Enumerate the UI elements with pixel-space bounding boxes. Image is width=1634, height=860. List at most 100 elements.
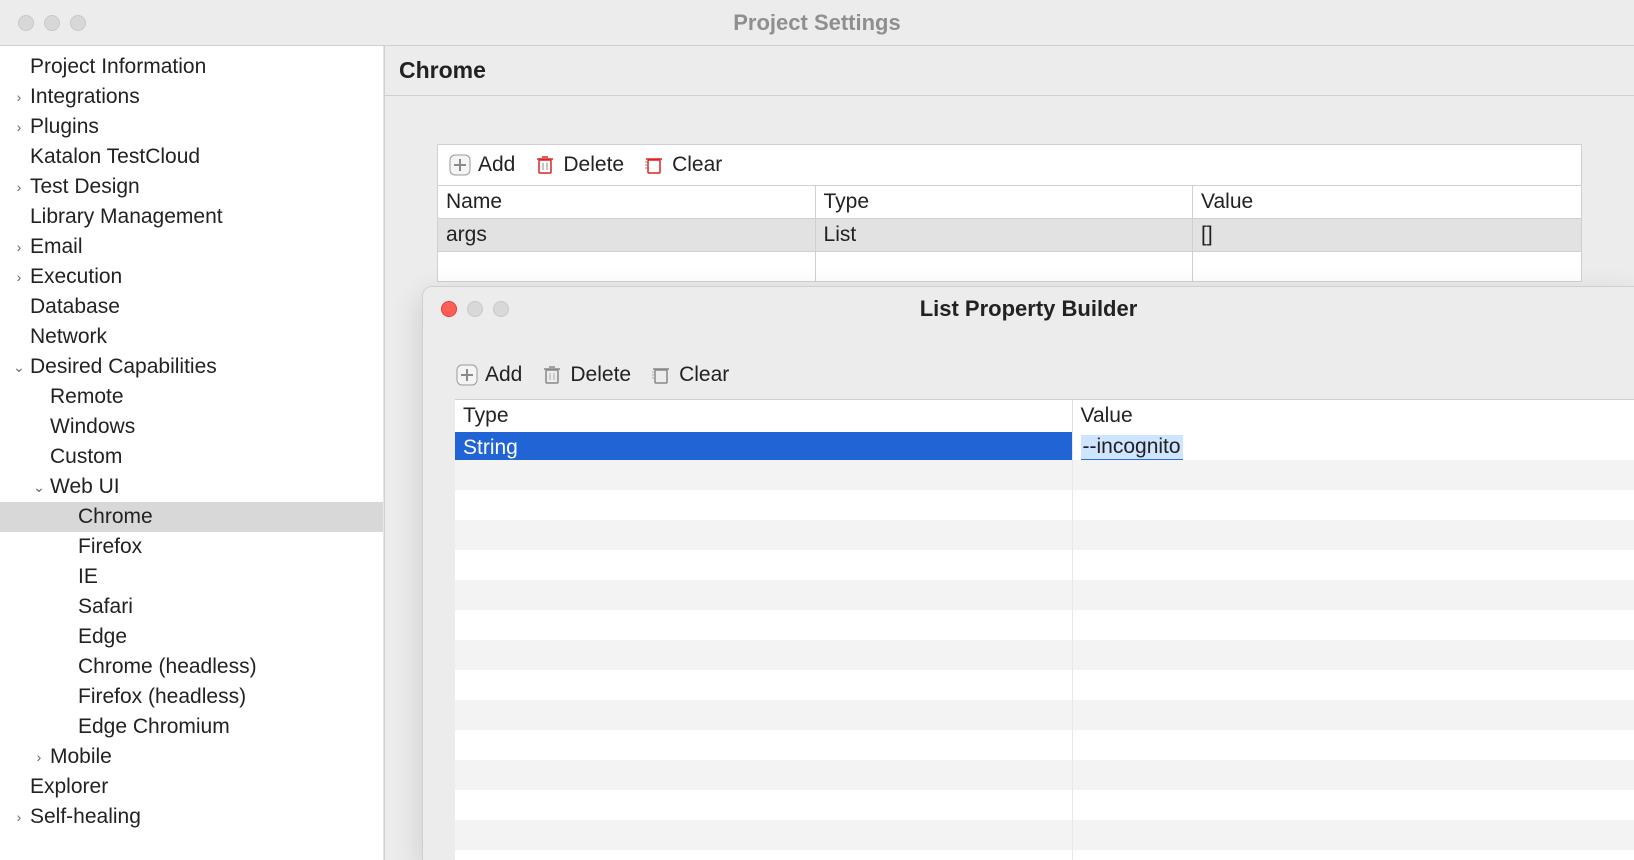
clear-button[interactable]: Clear [642,153,722,177]
chevron-right-icon[interactable]: › [8,119,30,135]
tree-item-label: Firefox (headless) [78,685,246,709]
tree-item[interactable]: ›IE [0,562,383,592]
modal-minimize-button[interactable] [467,301,483,317]
capabilities-table[interactable]: Name Type Value argsList[] [437,185,1582,282]
tree-item-label: Self-healing [30,805,141,829]
zoom-window-button[interactable] [70,15,86,31]
modal-titlebar: List Property Builder [423,287,1634,331]
tree-item-label: Network [30,325,107,349]
tree-item[interactable]: ›Database [0,292,383,322]
tree-item-label: Windows [50,415,135,439]
col-value[interactable]: Value [1193,186,1582,219]
settings-tree[interactable]: ›Project Information›Integrations›Plugin… [0,46,384,860]
tree-item[interactable]: ›Chrome [0,502,383,532]
add-button[interactable]: Add [448,153,515,177]
tree-item[interactable]: ›Chrome (headless) [0,652,383,682]
delete-button[interactable]: Delete [533,153,624,177]
modal-add-label: Add [485,363,522,387]
tree-item-label: Execution [30,265,122,289]
tree-item-label: Library Management [30,205,223,229]
tree-item[interactable]: ›Mobile [0,742,383,772]
modal-add-button[interactable]: Add [455,363,522,387]
chevron-down-icon[interactable]: ⌄ [28,479,50,496]
table-row[interactable]: argsList[] [438,219,1582,252]
tree-item[interactable]: ›Integrations [0,82,383,112]
cell-name[interactable]: args [438,219,816,252]
tree-item-label: Edge [78,625,127,649]
list-property-builder-window: List Property Builder Add Delete Clear [422,286,1634,860]
modal-delete-label: Delete [570,363,631,387]
tree-item-label: Explorer [30,775,108,799]
property-table[interactable]: Type Value String--incognito [455,400,1634,464]
tree-item-label: Custom [50,445,122,469]
chevron-right-icon[interactable]: › [8,179,30,195]
pcol-value[interactable]: Value [1072,400,1634,432]
tree-item-label: Desired Capabilities [30,355,217,379]
chevron-right-icon[interactable]: › [8,269,30,285]
modal-zoom-button[interactable] [493,301,509,317]
tree-item[interactable]: ›Custom [0,442,383,472]
capabilities-toolbar: Add Delete Clear [437,144,1582,185]
modal-delete-button[interactable]: Delete [540,363,631,387]
chevron-down-icon[interactable]: ⌄ [8,359,30,376]
minimize-window-button[interactable] [44,15,60,31]
modal-clear-button[interactable]: Clear [649,363,729,387]
tree-item[interactable]: ›Windows [0,412,383,442]
tree-item-label: Katalon TestCloud [30,145,200,169]
tree-item[interactable]: ›Self-healing [0,802,383,832]
col-name[interactable]: Name [438,186,816,219]
trash-icon [533,153,557,177]
chevron-right-icon[interactable]: › [8,89,30,105]
tree-item[interactable]: ›Katalon TestCloud [0,142,383,172]
tree-item-label: Mobile [50,745,112,769]
tree-item[interactable]: ›Edge [0,622,383,652]
clear-icon [649,363,673,387]
col-type[interactable]: Type [815,186,1193,219]
chevron-right-icon[interactable]: › [8,809,30,825]
delete-button-label: Delete [563,153,624,177]
tree-item[interactable]: ›Firefox [0,532,383,562]
tree-item-label: Plugins [30,115,99,139]
tree-item[interactable]: ›Email [0,232,383,262]
clear-button-label: Clear [672,153,722,177]
tree-item-label: Chrome (headless) [78,655,257,679]
tree-item[interactable]: ›Firefox (headless) [0,682,383,712]
tree-item-label: Project Information [30,55,206,79]
plus-icon [455,363,479,387]
clear-icon [642,153,666,177]
tree-item[interactable]: ›Explorer [0,772,383,802]
value-editor[interactable]: --incognito [1081,435,1183,461]
tree-item[interactable]: ⌄Web UI [0,472,383,502]
tree-item-label: Email [30,235,83,259]
tree-item-label: Integrations [30,85,140,109]
tree-item[interactable]: ›Project Information [0,52,383,82]
tree-item[interactable]: ›Remote [0,382,383,412]
add-button-label: Add [478,153,515,177]
pcol-type[interactable]: Type [455,400,1072,432]
tree-item-label: IE [78,565,98,589]
modal-toolbar: Add Delete Clear [455,363,1634,399]
modal-traffic-lights [423,301,509,317]
tree-item[interactable]: ›Library Management [0,202,383,232]
plus-icon [448,153,472,177]
tree-item[interactable]: ›Safari [0,592,383,622]
tree-item-label: Remote [50,385,124,409]
modal-close-button[interactable] [441,301,457,317]
empty-rows-area [455,460,1634,860]
window-title: Project Settings [0,10,1634,36]
cell-type[interactable]: List [815,219,1193,252]
close-window-button[interactable] [18,15,34,31]
tree-item[interactable]: ›Network [0,322,383,352]
traffic-lights [0,15,86,31]
tree-item[interactable]: ›Execution [0,262,383,292]
tree-item[interactable]: ⌄Desired Capabilities [0,352,383,382]
chevron-right-icon[interactable]: › [28,749,50,765]
tree-item-label: Web UI [50,475,120,499]
window-titlebar: Project Settings [0,0,1634,46]
tree-item-label: Chrome [78,505,153,529]
tree-item[interactable]: ›Edge Chromium [0,712,383,742]
chevron-right-icon[interactable]: › [8,239,30,255]
tree-item[interactable]: ›Test Design [0,172,383,202]
tree-item[interactable]: ›Plugins [0,112,383,142]
cell-value[interactable]: [] [1193,219,1582,252]
